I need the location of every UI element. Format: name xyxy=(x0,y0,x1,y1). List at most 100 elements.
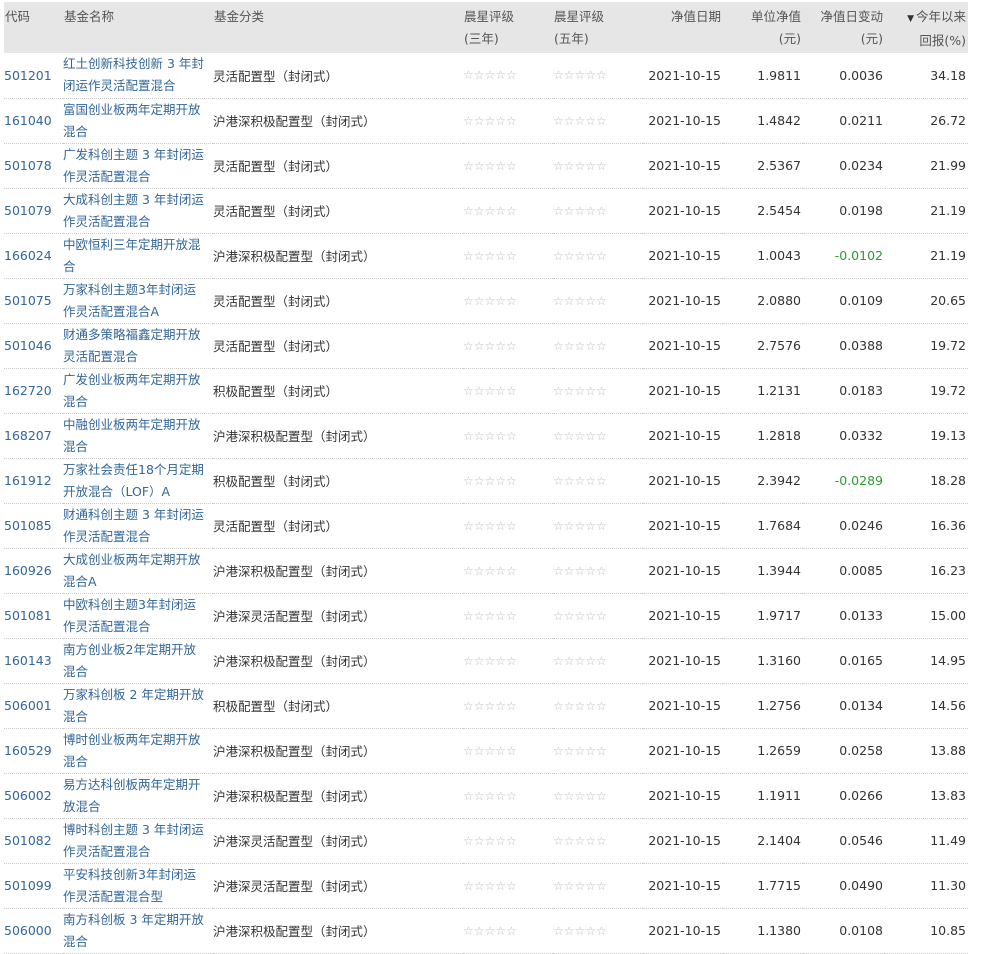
rating-3y-stars-icon: ☆☆☆☆☆ xyxy=(463,293,517,308)
fund-code-link[interactable]: 160926 xyxy=(4,563,52,578)
fund-name-link[interactable]: 广发创业板两年定期开放 混合 xyxy=(63,369,213,413)
rating-3y-stars-icon: ☆☆☆☆☆ xyxy=(463,878,517,893)
fund-name-link[interactable]: 红土创新科技创新 3 年封 闭运作灵活配置混合 xyxy=(63,53,213,97)
nav-date: 2021-10-15 xyxy=(648,383,721,398)
fund-code-cell: 501201 xyxy=(4,53,63,98)
fund-name-cell: 中欧科创主题3年封闭运 作灵活配置混合 xyxy=(63,593,213,638)
fund-name-cell: 平安科技创新3年封闭运 作灵活配置混合型 xyxy=(63,863,213,908)
nav-daily-change: 0.0211 xyxy=(839,113,883,128)
fund-code-cell: 161040 xyxy=(4,98,63,143)
rating-5y-stars-icon: ☆☆☆☆☆ xyxy=(553,293,607,308)
fund-code-link[interactable]: 501078 xyxy=(4,158,52,173)
fund-name-link[interactable]: 万家科创主题3年封闭运 作灵活配置混合A xyxy=(63,279,213,323)
rating-5y-stars-icon: ☆☆☆☆☆ xyxy=(553,518,607,533)
ytd-return: 11.30 xyxy=(930,878,966,893)
fund-name-link[interactable]: 大成科创主题 3 年封闭运 作灵活配置混合 xyxy=(63,189,213,233)
table-row: 160529 博时创业板两年定期开放 混合 沪港深积极配置型（封闭式） ☆☆☆☆☆ ☆☆☆… xyxy=(4,728,968,773)
nav-date: 2021-10-15 xyxy=(648,293,721,308)
fund-name-link[interactable]: 博时创业板两年定期开放 混合 xyxy=(63,729,213,773)
fund-code-link[interactable]: 501085 xyxy=(4,518,52,533)
fund-name-link[interactable]: 富国创业板两年定期开放 混合 xyxy=(63,99,213,143)
rating-5y-stars-icon: ☆☆☆☆☆ xyxy=(553,788,607,803)
fund-name-cell: 大成科创主题 3 年封闭运 作灵活配置混合 xyxy=(63,188,213,233)
col-header-nav-change[interactable]: 净值日变动 (元) xyxy=(803,2,885,53)
unit-nav: 2.1404 xyxy=(757,833,801,848)
fund-code-link[interactable]: 506000 xyxy=(4,923,52,938)
fund-name-link[interactable]: 博时科创主题 3 年封闭运 作灵活配置混合 xyxy=(63,819,213,863)
fund-name-link[interactable]: 中欧科创主题3年封闭运 作灵活配置混合 xyxy=(63,594,213,638)
ytd-return: 15.00 xyxy=(930,608,966,623)
fund-name-cell: 富国创业板两年定期开放 混合 xyxy=(63,98,213,143)
col-header-category[interactable]: 基金分类 xyxy=(213,2,463,53)
fund-code-link[interactable]: 501201 xyxy=(4,68,52,83)
sort-descending-icon[interactable]: ▼ xyxy=(907,14,914,24)
nav-date: 2021-10-15 xyxy=(648,743,721,758)
col-header-code[interactable]: 代码 xyxy=(4,2,63,53)
ytd-return: 13.83 xyxy=(930,788,966,803)
rating-3y-stars-icon: ☆☆☆☆☆ xyxy=(463,113,517,128)
fund-name-link[interactable]: 财通多策略福鑫定期开放 灵活配置混合 xyxy=(63,324,213,368)
fund-code-link[interactable]: 501075 xyxy=(4,293,52,308)
unit-nav: 1.7715 xyxy=(757,878,801,893)
fund-code-link[interactable]: 160529 xyxy=(4,743,52,758)
unit-nav: 2.0880 xyxy=(757,293,801,308)
rating-5y-stars-icon: ☆☆☆☆☆ xyxy=(553,158,607,173)
table-row: 506000 南方科创板 3 年定期开放 混合 沪港深积极配置型（封闭式） ☆☆☆☆☆ ☆… xyxy=(4,908,968,953)
fund-code-cell: 161912 xyxy=(4,458,63,503)
unit-nav: 2.5454 xyxy=(757,203,801,218)
fund-code-link[interactable]: 501082 xyxy=(4,833,52,848)
nav-daily-change: -0.0289 xyxy=(834,473,883,488)
nav-daily-change: 0.0108 xyxy=(839,923,883,938)
col-header-nav-date[interactable]: 净值日期 xyxy=(643,2,723,53)
fund-code-cell: 501046 xyxy=(4,323,63,368)
fund-name-link[interactable]: 中融创业板两年定期开放 混合 xyxy=(63,414,213,458)
nav-date: 2021-10-15 xyxy=(648,923,721,938)
rating-3y-stars-icon: ☆☆☆☆☆ xyxy=(463,608,517,623)
ytd-return: 13.88 xyxy=(930,743,966,758)
fund-code-link[interactable]: 161912 xyxy=(4,473,52,488)
rating-3y-stars-icon: ☆☆☆☆☆ xyxy=(463,248,517,263)
fund-code-link[interactable]: 166024 xyxy=(4,248,52,263)
col-header-rating-5y[interactable]: 晨星评级 (五年) xyxy=(553,2,643,53)
fund-code-link[interactable]: 506001 xyxy=(4,698,52,713)
ytd-return: 21.99 xyxy=(930,158,966,173)
nav-date: 2021-10-15 xyxy=(648,158,721,173)
table-row: 501201 红土创新科技创新 3 年封 闭运作灵活配置混合 灵活配置型（封闭式） ☆☆… xyxy=(4,53,968,98)
col-header-unit-nav[interactable]: 单位净值 (元) xyxy=(723,2,803,53)
fund-category: 沪港深积极配置型（封闭式） xyxy=(213,654,376,669)
fund-code-link[interactable]: 501079 xyxy=(4,203,52,218)
fund-name-link[interactable]: 南方科创板 3 年定期开放 混合 xyxy=(63,909,213,953)
nav-date: 2021-10-15 xyxy=(648,248,721,263)
ytd-return: 14.95 xyxy=(930,653,966,668)
rating-5y-stars-icon: ☆☆☆☆☆ xyxy=(553,248,607,263)
fund-name-link[interactable]: 大成创业板两年定期开放 混合A xyxy=(63,549,213,593)
fund-name-link[interactable]: 万家社会责任18个月定期 开放混合（LOF）A xyxy=(63,459,213,503)
fund-name-link[interactable]: 易方达科创板两年定期开 放混合 xyxy=(63,774,213,818)
col-header-name[interactable]: 基金名称 xyxy=(63,2,213,53)
fund-name-link[interactable]: 南方创业板2年定期开放 混合 xyxy=(63,639,213,683)
fund-code-cell: 160529 xyxy=(4,728,63,773)
fund-name-link[interactable]: 财通科创主题 3 年封闭运 作灵活配置混合 xyxy=(63,504,213,548)
fund-code-link[interactable]: 162720 xyxy=(4,383,52,398)
fund-name-link[interactable]: 中欧恒利三年定期开放混合 xyxy=(63,234,213,278)
fund-name-link[interactable]: 万家科创板 2 年定期开放 混合 xyxy=(63,684,213,728)
nav-date: 2021-10-15 xyxy=(648,878,721,893)
fund-name-cell: 万家社会责任18个月定期 开放混合（LOF）A xyxy=(63,458,213,503)
fund-code-link[interactable]: 168207 xyxy=(4,428,52,443)
fund-code-link[interactable]: 506002 xyxy=(4,788,52,803)
fund-category: 灵活配置型（封闭式） xyxy=(213,339,339,354)
ytd-return: 34.18 xyxy=(930,67,966,83)
table-row: 166024 中欧恒利三年定期开放混合沪港深积极配置型（封闭式） ☆☆☆☆☆ ☆☆☆☆… xyxy=(4,233,968,278)
fund-name-link[interactable]: 广发科创主题 3 年封闭运 作灵活配置混合 xyxy=(63,144,213,188)
col-header-rating-3y[interactable]: 晨星评级 (三年) xyxy=(463,2,553,53)
fund-code-link[interactable]: 501081 xyxy=(4,608,52,623)
ytd-return: 14.56 xyxy=(930,698,966,713)
fund-code-link[interactable]: 501046 xyxy=(4,338,52,353)
fund-code-link[interactable]: 501099 xyxy=(4,878,52,893)
col-header-ytd-return[interactable]: ▼ 今年以来 回报(%) xyxy=(885,2,968,53)
fund-code-link[interactable]: 161040 xyxy=(4,113,52,128)
fund-name-link[interactable]: 平安科技创新3年封闭运 作灵活配置混合型 xyxy=(63,864,213,908)
table-row: 506001 万家科创板 2 年定期开放 混合 积极配置型（封闭式） ☆☆☆☆☆ ☆☆☆☆… xyxy=(4,683,968,728)
fund-name-cell: 财通多策略福鑫定期开放 灵活配置混合 xyxy=(63,323,213,368)
fund-code-link[interactable]: 160143 xyxy=(4,653,52,668)
